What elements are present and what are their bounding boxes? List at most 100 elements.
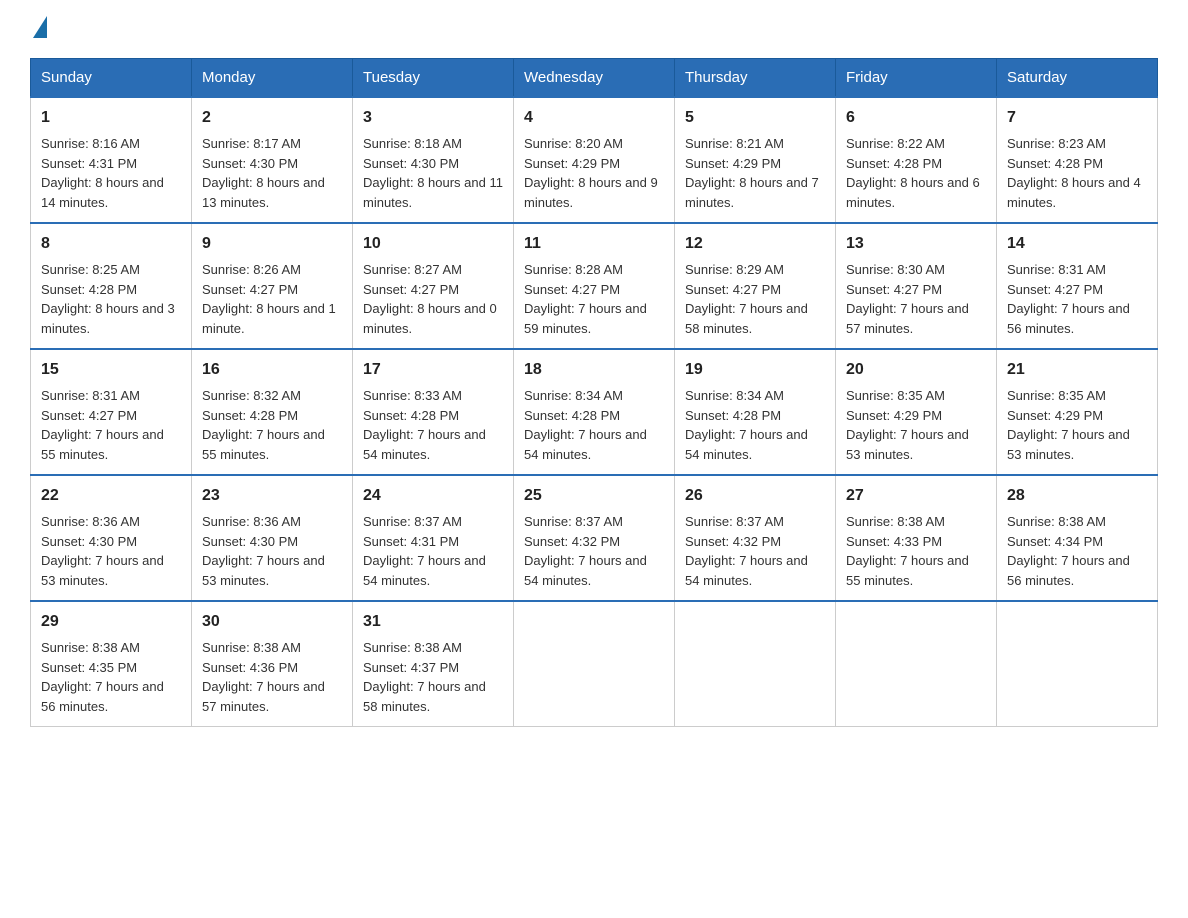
day-number: 25 <box>524 484 664 508</box>
day-number: 1 <box>41 106 181 130</box>
calendar-day-cell <box>997 601 1158 727</box>
day-number: 20 <box>846 358 986 382</box>
day-number: 16 <box>202 358 342 382</box>
calendar-day-cell: 4 Sunrise: 8:20 AMSunset: 4:29 PMDayligh… <box>514 97 675 223</box>
day-info: Sunrise: 8:32 AMSunset: 4:28 PMDaylight:… <box>202 388 325 462</box>
day-number: 12 <box>685 232 825 256</box>
calendar-day-cell: 22 Sunrise: 8:36 AMSunset: 4:30 PMDaylig… <box>31 475 192 601</box>
calendar-day-cell: 3 Sunrise: 8:18 AMSunset: 4:30 PMDayligh… <box>353 97 514 223</box>
calendar-header-cell: Sunday <box>31 59 192 98</box>
logo-triangle-icon <box>33 16 47 38</box>
day-number: 17 <box>363 358 503 382</box>
day-number: 31 <box>363 610 503 634</box>
calendar-day-cell: 15 Sunrise: 8:31 AMSunset: 4:27 PMDaylig… <box>31 349 192 475</box>
day-info: Sunrise: 8:38 AMSunset: 4:34 PMDaylight:… <box>1007 514 1130 588</box>
day-info: Sunrise: 8:35 AMSunset: 4:29 PMDaylight:… <box>846 388 969 462</box>
day-number: 13 <box>846 232 986 256</box>
calendar-week-row: 8 Sunrise: 8:25 AMSunset: 4:28 PMDayligh… <box>31 223 1158 349</box>
day-number: 24 <box>363 484 503 508</box>
calendar-day-cell <box>836 601 997 727</box>
day-info: Sunrise: 8:16 AMSunset: 4:31 PMDaylight:… <box>41 136 164 210</box>
calendar-header-row: SundayMondayTuesdayWednesdayThursdayFrid… <box>31 59 1158 98</box>
calendar-day-cell: 2 Sunrise: 8:17 AMSunset: 4:30 PMDayligh… <box>192 97 353 223</box>
day-info: Sunrise: 8:29 AMSunset: 4:27 PMDaylight:… <box>685 262 808 336</box>
day-info: Sunrise: 8:25 AMSunset: 4:28 PMDaylight:… <box>41 262 175 336</box>
day-number: 28 <box>1007 484 1147 508</box>
calendar-header-cell: Wednesday <box>514 59 675 98</box>
day-info: Sunrise: 8:36 AMSunset: 4:30 PMDaylight:… <box>41 514 164 588</box>
day-info: Sunrise: 8:38 AMSunset: 4:37 PMDaylight:… <box>363 640 486 714</box>
calendar-day-cell: 11 Sunrise: 8:28 AMSunset: 4:27 PMDaylig… <box>514 223 675 349</box>
calendar-day-cell: 21 Sunrise: 8:35 AMSunset: 4:29 PMDaylig… <box>997 349 1158 475</box>
day-info: Sunrise: 8:27 AMSunset: 4:27 PMDaylight:… <box>363 262 497 336</box>
calendar-header-cell: Thursday <box>675 59 836 98</box>
calendar-day-cell: 8 Sunrise: 8:25 AMSunset: 4:28 PMDayligh… <box>31 223 192 349</box>
calendar-day-cell: 24 Sunrise: 8:37 AMSunset: 4:31 PMDaylig… <box>353 475 514 601</box>
calendar-day-cell: 9 Sunrise: 8:26 AMSunset: 4:27 PMDayligh… <box>192 223 353 349</box>
day-info: Sunrise: 8:21 AMSunset: 4:29 PMDaylight:… <box>685 136 819 210</box>
day-number: 5 <box>685 106 825 130</box>
calendar-week-row: 1 Sunrise: 8:16 AMSunset: 4:31 PMDayligh… <box>31 97 1158 223</box>
day-number: 21 <box>1007 358 1147 382</box>
day-number: 23 <box>202 484 342 508</box>
day-number: 7 <box>1007 106 1147 130</box>
day-number: 10 <box>363 232 503 256</box>
day-info: Sunrise: 8:22 AMSunset: 4:28 PMDaylight:… <box>846 136 980 210</box>
day-number: 27 <box>846 484 986 508</box>
calendar-day-cell: 10 Sunrise: 8:27 AMSunset: 4:27 PMDaylig… <box>353 223 514 349</box>
day-info: Sunrise: 8:37 AMSunset: 4:32 PMDaylight:… <box>685 514 808 588</box>
calendar-header-cell: Saturday <box>997 59 1158 98</box>
calendar-day-cell: 19 Sunrise: 8:34 AMSunset: 4:28 PMDaylig… <box>675 349 836 475</box>
day-info: Sunrise: 8:38 AMSunset: 4:35 PMDaylight:… <box>41 640 164 714</box>
day-number: 22 <box>41 484 181 508</box>
calendar-day-cell: 17 Sunrise: 8:33 AMSunset: 4:28 PMDaylig… <box>353 349 514 475</box>
calendar-day-cell: 14 Sunrise: 8:31 AMSunset: 4:27 PMDaylig… <box>997 223 1158 349</box>
calendar-day-cell: 27 Sunrise: 8:38 AMSunset: 4:33 PMDaylig… <box>836 475 997 601</box>
calendar-week-row: 22 Sunrise: 8:36 AMSunset: 4:30 PMDaylig… <box>31 475 1158 601</box>
day-number: 4 <box>524 106 664 130</box>
calendar-day-cell: 29 Sunrise: 8:38 AMSunset: 4:35 PMDaylig… <box>31 601 192 727</box>
day-info: Sunrise: 8:30 AMSunset: 4:27 PMDaylight:… <box>846 262 969 336</box>
calendar-day-cell: 23 Sunrise: 8:36 AMSunset: 4:30 PMDaylig… <box>192 475 353 601</box>
day-info: Sunrise: 8:37 AMSunset: 4:31 PMDaylight:… <box>363 514 486 588</box>
day-number: 19 <box>685 358 825 382</box>
day-number: 11 <box>524 232 664 256</box>
calendar-week-row: 15 Sunrise: 8:31 AMSunset: 4:27 PMDaylig… <box>31 349 1158 475</box>
calendar-day-cell: 16 Sunrise: 8:32 AMSunset: 4:28 PMDaylig… <box>192 349 353 475</box>
calendar-day-cell: 13 Sunrise: 8:30 AMSunset: 4:27 PMDaylig… <box>836 223 997 349</box>
calendar-week-row: 29 Sunrise: 8:38 AMSunset: 4:35 PMDaylig… <box>31 601 1158 727</box>
calendar-day-cell <box>514 601 675 727</box>
calendar-body: 1 Sunrise: 8:16 AMSunset: 4:31 PMDayligh… <box>31 97 1158 727</box>
calendar-day-cell: 18 Sunrise: 8:34 AMSunset: 4:28 PMDaylig… <box>514 349 675 475</box>
day-number: 9 <box>202 232 342 256</box>
day-info: Sunrise: 8:38 AMSunset: 4:33 PMDaylight:… <box>846 514 969 588</box>
day-number: 30 <box>202 610 342 634</box>
day-info: Sunrise: 8:23 AMSunset: 4:28 PMDaylight:… <box>1007 136 1141 210</box>
calendar-day-cell: 30 Sunrise: 8:38 AMSunset: 4:36 PMDaylig… <box>192 601 353 727</box>
logo <box>30 20 47 38</box>
calendar-day-cell <box>675 601 836 727</box>
day-info: Sunrise: 8:37 AMSunset: 4:32 PMDaylight:… <box>524 514 647 588</box>
day-info: Sunrise: 8:28 AMSunset: 4:27 PMDaylight:… <box>524 262 647 336</box>
calendar-day-cell: 28 Sunrise: 8:38 AMSunset: 4:34 PMDaylig… <box>997 475 1158 601</box>
day-info: Sunrise: 8:31 AMSunset: 4:27 PMDaylight:… <box>1007 262 1130 336</box>
calendar-day-cell: 1 Sunrise: 8:16 AMSunset: 4:31 PMDayligh… <box>31 97 192 223</box>
day-info: Sunrise: 8:38 AMSunset: 4:36 PMDaylight:… <box>202 640 325 714</box>
calendar-table: SundayMondayTuesdayWednesdayThursdayFrid… <box>30 58 1158 727</box>
day-info: Sunrise: 8:18 AMSunset: 4:30 PMDaylight:… <box>363 136 503 210</box>
calendar-day-cell: 20 Sunrise: 8:35 AMSunset: 4:29 PMDaylig… <box>836 349 997 475</box>
day-info: Sunrise: 8:31 AMSunset: 4:27 PMDaylight:… <box>41 388 164 462</box>
calendar-day-cell: 5 Sunrise: 8:21 AMSunset: 4:29 PMDayligh… <box>675 97 836 223</box>
calendar-day-cell: 6 Sunrise: 8:22 AMSunset: 4:28 PMDayligh… <box>836 97 997 223</box>
day-info: Sunrise: 8:26 AMSunset: 4:27 PMDaylight:… <box>202 262 336 336</box>
calendar-header-cell: Monday <box>192 59 353 98</box>
day-number: 26 <box>685 484 825 508</box>
day-number: 8 <box>41 232 181 256</box>
day-info: Sunrise: 8:20 AMSunset: 4:29 PMDaylight:… <box>524 136 658 210</box>
day-info: Sunrise: 8:36 AMSunset: 4:30 PMDaylight:… <box>202 514 325 588</box>
day-number: 14 <box>1007 232 1147 256</box>
calendar-day-cell: 26 Sunrise: 8:37 AMSunset: 4:32 PMDaylig… <box>675 475 836 601</box>
calendar-header-cell: Friday <box>836 59 997 98</box>
day-info: Sunrise: 8:33 AMSunset: 4:28 PMDaylight:… <box>363 388 486 462</box>
day-info: Sunrise: 8:34 AMSunset: 4:28 PMDaylight:… <box>524 388 647 462</box>
